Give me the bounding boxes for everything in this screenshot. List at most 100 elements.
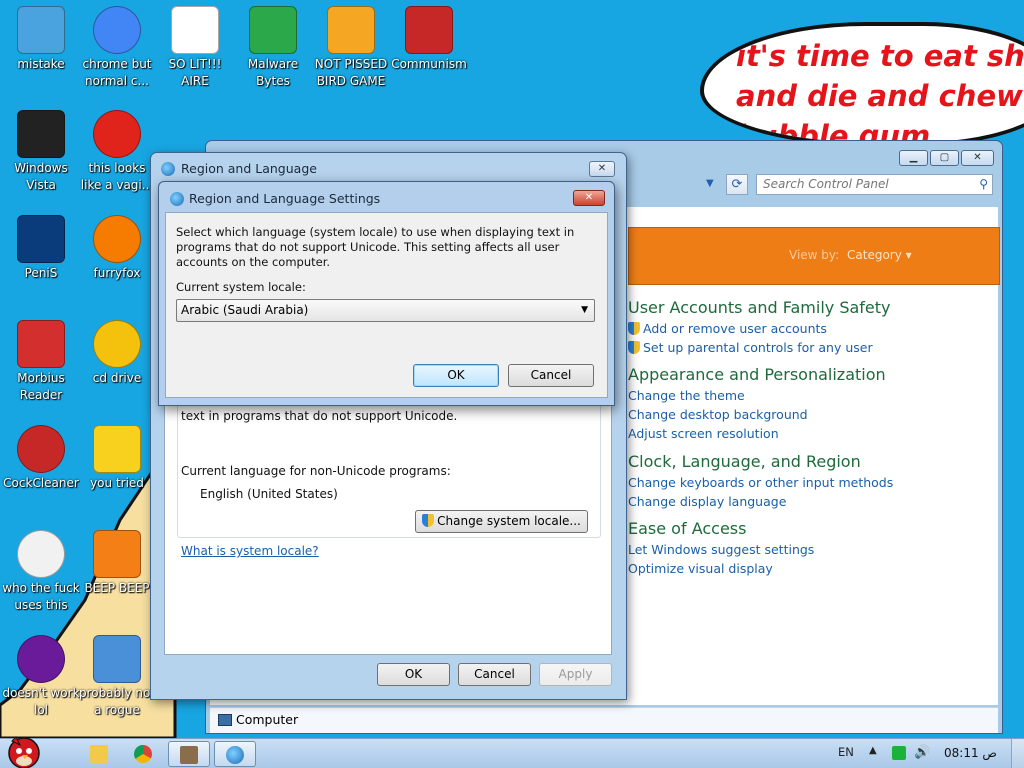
dialog-title: Region and Language xyxy=(181,161,317,176)
taskbar-explorer[interactable] xyxy=(78,741,120,767)
status-text: Computer xyxy=(236,712,299,727)
ok-button[interactable]: OK xyxy=(413,364,499,387)
taskbar-chrome[interactable] xyxy=(122,741,164,767)
desktop-icon[interactable]: chrome but normal c... xyxy=(78,4,156,104)
close-button[interactable]: ✕ xyxy=(961,150,994,166)
link-optimize-display[interactable]: Optimize visual display xyxy=(628,559,998,578)
bad-piggies-icon xyxy=(327,6,375,54)
maximize-button[interactable]: ▢ xyxy=(930,150,959,166)
chrome-icon xyxy=(134,745,152,763)
desktop-icon[interactable]: doesn't work lol xyxy=(2,633,80,733)
refresh-button[interactable]: ⟳ xyxy=(726,174,748,195)
globe-icon xyxy=(226,746,244,764)
link-parental-controls[interactable]: Set up parental controls for any user xyxy=(628,338,998,357)
show-desktop-button[interactable] xyxy=(1011,739,1024,768)
desktop-icon-label: furryfox xyxy=(93,266,141,280)
minimize-button[interactable]: ▁ xyxy=(899,150,928,166)
view-by-label: View by: xyxy=(789,248,840,262)
dialog-title: Region and Language Settings xyxy=(189,191,381,206)
header-band: View by: Category ▾ xyxy=(628,227,1000,285)
desktop-icon-label: PeniS xyxy=(24,266,58,280)
desktop-icon-label: Windows Vista xyxy=(14,161,68,192)
app-icon xyxy=(180,746,198,764)
desktop-icon[interactable]: Morbius Reader xyxy=(2,318,80,418)
uac-shield-icon xyxy=(422,514,435,527)
taskbar: EN ▲ 🔊 08:11 ص xyxy=(0,736,1024,768)
link-label: Add or remove user accounts xyxy=(643,321,827,336)
desktop-icon-label: Morbius Reader xyxy=(17,371,65,402)
solitaire-icon xyxy=(171,6,219,54)
show-hidden-icons-button[interactable]: ▲ xyxy=(869,745,877,756)
close-button[interactable]: ✕ xyxy=(589,161,615,177)
chevron-down-icon: ▼ xyxy=(581,305,588,315)
link-screen-resolution[interactable]: Adjust screen resolution xyxy=(628,424,998,443)
locale-description: Select which language (system locale) to… xyxy=(176,225,575,269)
system-locale-select[interactable]: Arabic (Saudi Arabia) ▼ xyxy=(176,299,595,322)
clock[interactable]: 08:11 ص xyxy=(944,746,997,760)
category-title[interactable]: User Accounts and Family Safety xyxy=(628,297,998,319)
category-title[interactable]: Ease of Access xyxy=(628,518,998,540)
what-is-system-locale-link[interactable]: What is system locale? xyxy=(181,544,319,558)
link-keyboards-input[interactable]: Change keyboards or other input methods xyxy=(628,473,998,492)
category-title[interactable]: Appearance and Personalization xyxy=(628,364,998,386)
winamp-icon xyxy=(17,530,65,578)
button-label: Change system locale... xyxy=(437,514,581,528)
desktop-icon[interactable]: NOT PISSED BIRD GAME xyxy=(312,4,390,104)
category-title[interactable]: Clock, Language, and Region xyxy=(628,451,998,473)
desktop-icon[interactable]: probably not a rogue xyxy=(78,633,156,733)
link-suggest-settings[interactable]: Let Windows suggest settings xyxy=(628,540,998,559)
computer-icon xyxy=(17,6,65,54)
desktop-icon[interactable]: Communism xyxy=(390,4,468,104)
cancel-button[interactable]: Cancel xyxy=(508,364,594,387)
link-display-language[interactable]: Change display language xyxy=(628,492,998,511)
language-indicator[interactable]: EN xyxy=(838,745,854,759)
desktop-icon[interactable]: Windows Vista xyxy=(2,108,80,208)
meme-text: it's time to eat shit and die and chew b… xyxy=(736,39,1024,147)
link-add-remove-accounts[interactable]: Add or remove user accounts xyxy=(628,319,998,338)
current-language-label: Current language for non-Unicode program… xyxy=(181,464,451,478)
volume-icon[interactable]: 🔊 xyxy=(914,746,930,760)
desktop-icon[interactable]: you tried xyxy=(78,423,156,523)
desktop-icon[interactable]: furryfox xyxy=(78,213,156,313)
trash-bin-icon xyxy=(17,110,65,158)
selected-locale: Arabic (Saudi Arabia) xyxy=(181,303,309,317)
desktop-icon-label: SO LIT!!! AIRE xyxy=(168,57,222,88)
desktop-icon[interactable]: CockCleaner xyxy=(2,423,80,523)
desktop-icon[interactable]: PeniS xyxy=(2,213,80,313)
taskbar-program[interactable] xyxy=(168,741,210,767)
desktop-icon[interactable]: Malware Bytes xyxy=(234,4,312,104)
desktop-icon[interactable]: BEEP BEEP xyxy=(78,528,156,628)
network-icon[interactable] xyxy=(892,746,906,760)
cd-icon xyxy=(93,320,141,368)
address-dropdown-icon[interactable]: ▼ xyxy=(706,178,714,189)
category-appearance: Appearance and Personalization Change th… xyxy=(588,364,998,443)
cancel-button[interactable]: Cancel xyxy=(458,663,531,686)
partial-description: text in programs that do not support Uni… xyxy=(181,409,458,423)
category-user-accounts: User Accounts and Family Safety Add or r… xyxy=(588,297,998,357)
system-locale-label: Current system locale: xyxy=(176,280,306,294)
desktop-icon[interactable]: this looks like a vagi... xyxy=(78,108,156,208)
view-by-dropdown[interactable]: Category ▾ xyxy=(847,248,912,262)
shield-icon xyxy=(249,6,297,54)
search-icon[interactable]: ⚲ xyxy=(979,175,988,194)
search-input[interactable]: Search Control Panel ⚲ xyxy=(756,174,993,195)
taskbar-control-panel[interactable] xyxy=(214,741,256,767)
search-placeholder: Search Control Panel xyxy=(763,177,889,191)
link-desktop-background[interactable]: Change desktop background xyxy=(628,405,998,424)
apply-button[interactable]: Apply xyxy=(539,663,612,686)
start-button-angry-bird-icon[interactable] xyxy=(2,731,46,768)
desktop-icon[interactable]: mistake xyxy=(2,4,80,104)
change-system-locale-button[interactable]: Change system locale... xyxy=(415,510,588,533)
pdf-reader-icon xyxy=(17,320,65,368)
desktop-icon[interactable]: SO LIT!!! AIRE xyxy=(156,4,234,104)
link-change-theme[interactable]: Change the theme xyxy=(628,386,998,405)
view-by-value: Category xyxy=(847,248,902,262)
desktop-icon-label: probably not a rogue xyxy=(78,686,156,717)
desktop-icon-label: Malware Bytes xyxy=(247,57,299,88)
desktop-icon[interactable]: cd drive xyxy=(78,318,156,418)
desktop: it's time to eat shit and die and chew b… xyxy=(0,0,1024,738)
globe-icon xyxy=(161,162,175,176)
close-button[interactable]: ✕ xyxy=(573,190,605,206)
ok-button[interactable]: OK xyxy=(377,663,450,686)
desktop-icon[interactable]: who the fuck uses this xyxy=(2,528,80,628)
